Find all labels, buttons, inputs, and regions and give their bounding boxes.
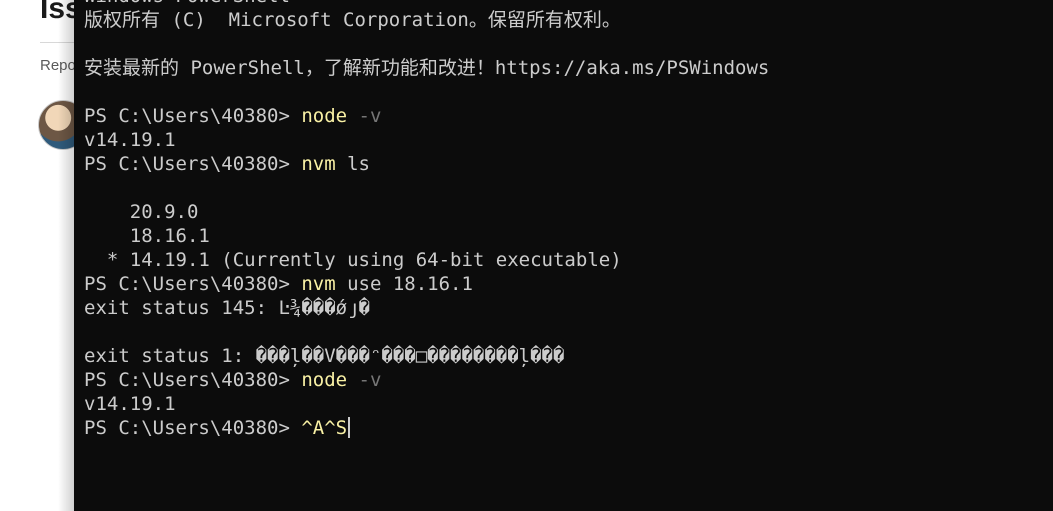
command-name: ^A^S [301, 417, 348, 439]
terminal-output-line: 20.9.0 [84, 201, 199, 223]
terminal-blank-line [84, 32, 769, 56]
terminal-output-line: v14.19.1 [84, 393, 176, 415]
command-args: ls [335, 153, 370, 175]
terminal-blank-line [84, 320, 769, 344]
terminal-output-line: 安装最新的 PowerShell，了解新功能和改进！https://aka.ms… [84, 57, 770, 79]
prompt-text: PS C:\Users\40380> [84, 105, 302, 127]
terminal-blank-line [84, 80, 769, 104]
powershell-terminal[interactable]: Windows PowerShell版权所有 (C) Microsoft Cor… [74, 0, 1053, 511]
terminal-output-line: 18.16.1 [84, 225, 210, 247]
terminal-output-line: exit status 145: Ŀ¾���ǿյ� [84, 297, 370, 319]
command-flag: -v [347, 105, 382, 127]
prompt-text: PS C:\Users\40380> [84, 417, 302, 439]
terminal-command-line: PS C:\Users\40380> nvm ls [84, 152, 769, 176]
terminal-output-line: exit status 1: ���ļ��V���ᵔ���□��������ļ�… [84, 345, 565, 367]
text-cursor[interactable] [348, 417, 351, 438]
terminal-output-line: Windows PowerShell [84, 0, 769, 8]
terminal-output: Windows PowerShell版权所有 (C) Microsoft Cor… [84, 0, 769, 440]
command-args: use 18.16.1 [335, 273, 473, 295]
command-flag: -v [347, 369, 382, 391]
terminal-output-line: 版权所有 (C) Microsoft Corporation。保留所有权利。 [84, 9, 621, 31]
command-name: nvm [301, 273, 336, 295]
prompt-text: PS C:\Users\40380> [84, 273, 302, 295]
prompt-text: PS C:\Users\40380> [84, 369, 302, 391]
terminal-output-line: * 14.19.1 (Currently using 64-bit execut… [84, 249, 622, 271]
terminal-blank-line [84, 176, 769, 200]
terminal-current-prompt-line: PS C:\Users\40380> ^A^S [84, 416, 769, 440]
terminal-output-line: v14.19.1 [84, 129, 176, 151]
command-name: node [301, 105, 348, 127]
window-shadow [58, 0, 74, 511]
terminal-command-line: PS C:\Users\40380> nvm use 18.16.1 [84, 272, 769, 296]
prompt-text: PS C:\Users\40380> [84, 153, 302, 175]
command-name: nvm [301, 153, 336, 175]
command-name: node [301, 369, 348, 391]
terminal-command-line: PS C:\Users\40380> node -v [84, 104, 769, 128]
terminal-command-line: PS C:\Users\40380> node -v [84, 368, 769, 392]
